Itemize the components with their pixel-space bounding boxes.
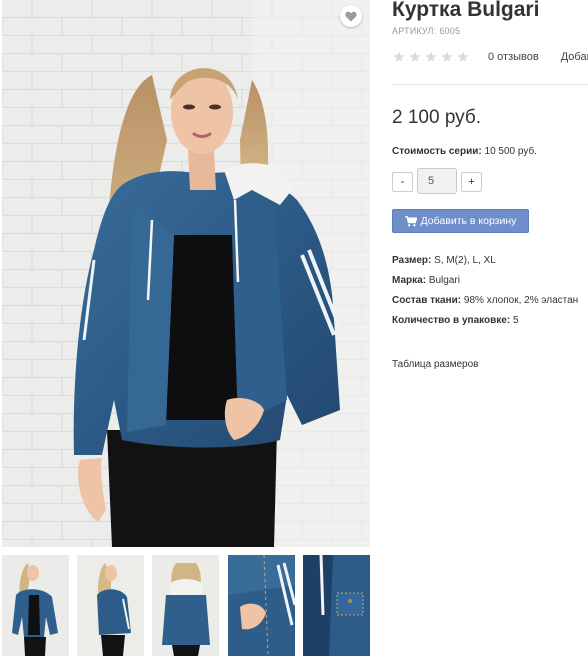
shopping-cart-icon [404,215,417,226]
quantity-increase-button[interactable]: + [461,172,482,192]
series-label: Стоимость серии: [392,146,482,157]
thumbnail-2[interactable] [77,555,144,656]
sku-label: АРТИКУЛ: [392,26,437,36]
property-brand: Марка: Bulgari [392,275,578,295]
quantity-decrease-button[interactable]: - [392,172,413,192]
series-value: 10 500 руб. [484,146,537,157]
property-label: Количество в упаковке: [392,315,511,326]
series-price: Стоимость серии: 10 500 руб. [392,146,537,157]
property-value: Bulgari [428,275,460,286]
rating-stars[interactable] [393,51,469,63]
add-to-cart-label: Добавить в корзину [420,215,517,227]
star-icon[interactable] [441,51,453,63]
product-properties: Размер: S, M(2), L, XL Марка: Bulgari Со… [392,255,578,335]
product-title: Куртка Bulgari [392,0,540,21]
thumbnail-1[interactable] [2,555,69,656]
property-size: Размер: S, M(2), L, XL [392,255,578,275]
property-fabric: Состав ткани: 98% хлопок, 2% эластан [392,295,578,315]
sku: АРТИКУЛ: 6005 [392,26,460,36]
property-label: Марка: [392,275,427,286]
thumbnail-image [228,555,295,656]
reviews-link[interactable]: 0 отзывов [488,51,539,63]
rating-row: 0 отзывов Добав [392,48,588,66]
sku-value: 6005 [439,26,461,36]
property-label: Состав ткани: [392,295,462,306]
thumbnail-5[interactable] [303,555,370,656]
main-product-image[interactable] [2,0,370,547]
heart-icon [345,11,357,21]
property-value: 98% хлопок, 2% эластан [463,295,579,306]
property-value: S, M(2), L, XL [434,255,496,266]
product-price: 2 100 руб. [392,107,482,128]
thumbnail-image [303,555,370,656]
thumbnail-3[interactable] [152,555,219,656]
size-table-link[interactable]: Таблица размеров [392,359,478,370]
quantity-input[interactable] [417,168,457,194]
thumbnail-image [77,555,144,656]
star-icon[interactable] [409,51,421,63]
add-review-link[interactable]: Добав [561,51,588,63]
star-icon[interactable] [393,51,405,63]
property-value: 5 [512,315,519,326]
add-to-cart-button[interactable]: Добавить в корзину [392,209,529,233]
thumbnail-image [2,555,69,656]
property-label: Размер: [392,255,432,266]
wishlist-button[interactable] [340,5,362,27]
thumbnail-4[interactable] [228,555,295,656]
property-pack-quantity: Количество в упаковке: 5 [392,315,578,335]
thumbnail-image [152,555,219,656]
star-icon[interactable] [425,51,437,63]
star-icon[interactable] [457,51,469,63]
product-photo [2,0,370,547]
info-divider [392,84,588,85]
